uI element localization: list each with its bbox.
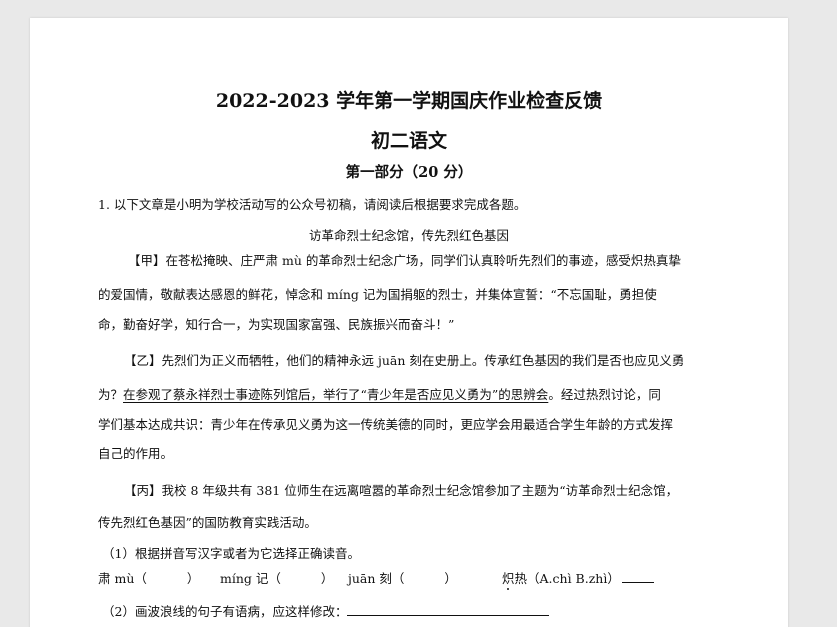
sub-question-2-answer-blank[interactable] bbox=[347, 603, 550, 616]
para-yi-line-2: 为？在参观了蔡永祥烈士事迹陈列馆后，举行了“青少年是否应见义勇为”的思辨会。经过… bbox=[98, 384, 661, 403]
sub-question-2-text: （2）画波浪线的句子有语病，应这样修改： bbox=[102, 604, 348, 619]
document-title: 2022-2023 学年第一学期国庆作业检查反馈 bbox=[215, 90, 603, 112]
document-page: 2022-2023 学年第一学期国庆作业检查反馈 初二语文 第一部分（20 分）… bbox=[30, 18, 788, 627]
para-yi-line-1: 【乙】先烈们为正义而牺牲，他们的精神永远 juān 刻在史册上。传承红色基因的我… bbox=[124, 353, 685, 368]
q1-item-4-dotted-char: 炽 bbox=[502, 571, 515, 586]
q1-item-1: 肃 mù（ ） bbox=[98, 568, 199, 587]
q1-item-4-answer-blank[interactable] bbox=[621, 570, 654, 583]
para-jia-line-2: 的爱国情，敬献表达感恩的鲜花，悼念和 míng 记为国捐躯的烈士，并集体宣誓：“… bbox=[98, 287, 657, 302]
para-yi-line-4: 自己的作用。 bbox=[98, 446, 174, 461]
sub-question-2: （2）画波浪线的句子有语病，应这样修改： bbox=[102, 601, 550, 620]
q1-item-3-close: ） bbox=[444, 571, 457, 586]
article-title: 访革命烈士纪念馆，传先烈红色基因 bbox=[308, 228, 509, 243]
para-yi-line-3: 学们基本达成共识：青少年在传承见义勇为这一传统美德的同时，更应学会用最适合学生年… bbox=[98, 417, 674, 432]
para-yi-line-2-prefix: 为？ bbox=[98, 387, 124, 402]
q1-item-3-label: juān 刻（ bbox=[348, 571, 405, 586]
q1-item-4-label: 热（A.chì B.zhì） bbox=[514, 571, 620, 586]
document-subtitle: 初二语文 bbox=[370, 130, 447, 152]
q1-item-1-close: ） bbox=[186, 571, 200, 586]
para-bing-line-2: 传先烈红色基因”的国防教育实践活动。 bbox=[98, 515, 317, 530]
wavy-underlined-sentence: 在参观了蔡永祥烈士事迹陈列馆后，举行了“青少年是否应见义勇为”的思辨会 bbox=[123, 387, 549, 402]
para-jia-line-1: 【甲】在苍松掩映、庄严肃 mù 的革命烈士纪念广场，同学们认真聆听先烈们的事迹，… bbox=[128, 253, 681, 268]
part-heading: 第一部分（20 分） bbox=[345, 164, 473, 181]
q1-item-1-label: 肃 mù（ bbox=[98, 571, 147, 586]
para-bing-line-1: 【丙】我校 8 年级共有 381 位师生在远离喧嚣的革命烈士纪念馆参加了主题为“… bbox=[124, 483, 679, 498]
q1-item-2-close: ） bbox=[320, 571, 334, 586]
para-yi-line-2-suffix: 。经过热烈讨论，同 bbox=[548, 387, 661, 402]
q1-item-2-label: míng 记（ bbox=[220, 571, 281, 586]
q1-item-3: juān 刻（ ） bbox=[348, 568, 457, 587]
q1-item-2: míng 记（ ） bbox=[220, 568, 333, 587]
para-jia-line-3: 命，勤奋好学，知行合一，为实现国家富强、民族振兴而奋斗！” bbox=[98, 317, 455, 332]
sub-question-1: （1）根据拼音写汉字或者为它选择正确读音。 bbox=[102, 546, 360, 561]
question-intro: 1. 以下文章是小明为学校活动写的公众号初稿，请阅读后根据要求完成各题。 bbox=[98, 197, 527, 212]
q1-item-4: 炽热（A.chì B.zhì） bbox=[502, 568, 654, 587]
